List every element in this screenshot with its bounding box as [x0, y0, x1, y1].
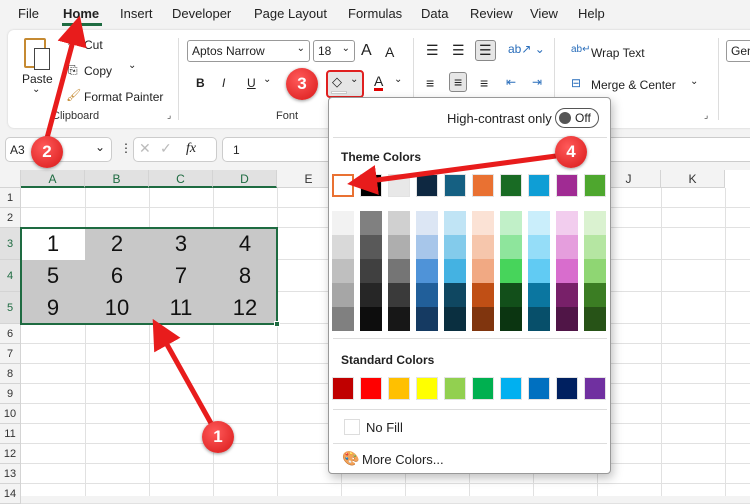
annotation-badge-4: 4	[555, 136, 587, 168]
annotation-arrows	[44, 15, 557, 427]
annotation-badge-2: 2	[31, 136, 63, 168]
annotation-arrow-1	[152, 318, 215, 427]
annotation-arrow-4	[347, 153, 557, 195]
annotation-badge-3: 3	[286, 68, 318, 100]
annotation-arrow-2	[44, 15, 87, 139]
annotation-badge-1: 1	[202, 421, 234, 453]
